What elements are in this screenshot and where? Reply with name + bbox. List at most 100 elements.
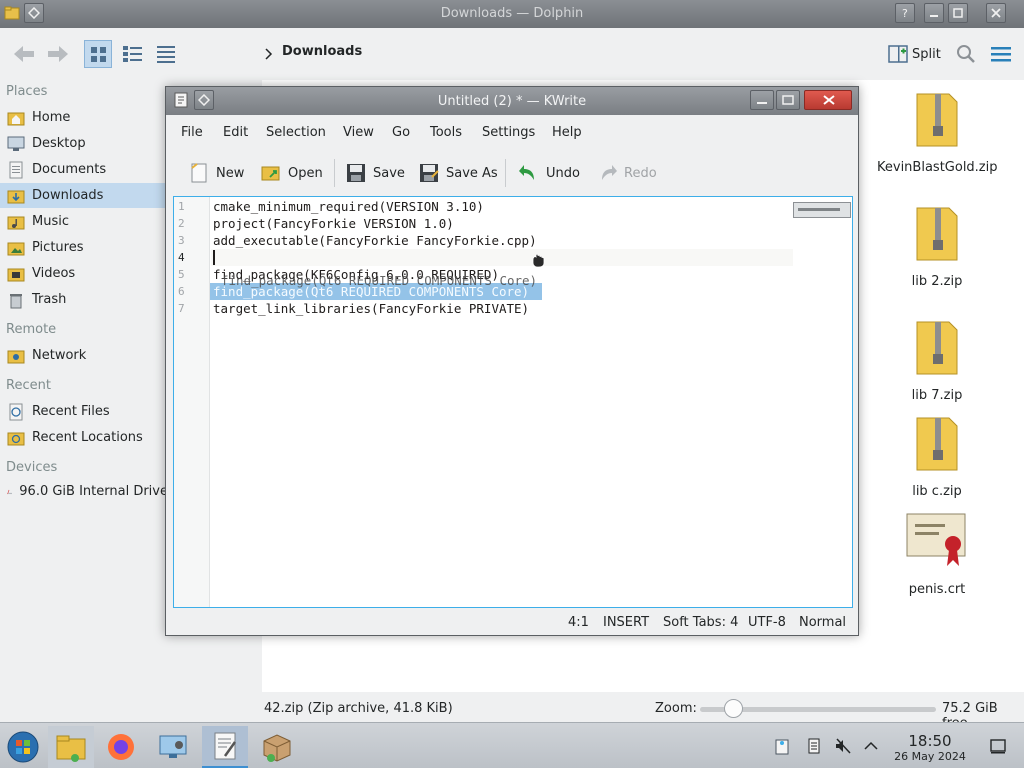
details-view-icon[interactable] bbox=[152, 40, 180, 68]
menu-go[interactable]: Go bbox=[392, 125, 410, 140]
breadcrumb-downloads[interactable]: Downloads bbox=[282, 44, 362, 59]
places-label: Desktop bbox=[32, 136, 86, 151]
places-item-pictures[interactable]: Pictures bbox=[0, 235, 168, 260]
clock[interactable]: 18:50 26 May 2024 bbox=[888, 732, 972, 763]
file-item[interactable]: penis.crt bbox=[877, 510, 997, 597]
line-number: 3 bbox=[178, 234, 185, 247]
split-button[interactable]: Split bbox=[888, 42, 941, 66]
grab-hand-cursor-icon bbox=[532, 253, 545, 268]
folder-app-icon bbox=[56, 735, 86, 762]
places-item-documents[interactable]: Documents bbox=[0, 157, 168, 182]
start-menu-button[interactable] bbox=[0, 726, 46, 768]
menu-settings[interactable]: Settings bbox=[482, 125, 535, 140]
save-button[interactable]: Save bbox=[345, 161, 405, 185]
hamburger-menu-icon[interactable] bbox=[990, 44, 1012, 64]
kwrite-close-button[interactable] bbox=[804, 90, 852, 110]
places-item-desktop[interactable]: Desktop bbox=[0, 131, 168, 156]
code-line[interactable]: cmake_minimum_required(VERSION 3.10) bbox=[213, 199, 484, 214]
certificate-icon bbox=[906, 513, 966, 566]
compact-view-icon[interactable] bbox=[118, 40, 146, 68]
places-item-videos[interactable]: Videos bbox=[0, 261, 168, 286]
syntax-mode[interactable]: Normal bbox=[799, 615, 846, 630]
editor-area[interactable]: 1 2 3 4 5 6 7 cmake_minimum_required(VER… bbox=[173, 196, 853, 608]
menu-file[interactable]: File bbox=[181, 125, 203, 140]
zip-icon bbox=[916, 321, 958, 375]
taskbar-dolphin[interactable] bbox=[48, 726, 94, 768]
taskbar-firefox[interactable] bbox=[98, 726, 144, 768]
input-mode[interactable]: INSERT bbox=[603, 615, 649, 630]
clipboard-tray-icon[interactable] bbox=[773, 737, 791, 755]
code-line[interactable]: target_link_libraries(FancyForkie PRIVAT… bbox=[213, 301, 529, 316]
code-line[interactable]: project(FancyForkie VERSION 1.0) bbox=[213, 216, 454, 231]
kwrite-minimize-button[interactable] bbox=[750, 90, 774, 110]
kwrite-maximize-button[interactable] bbox=[776, 90, 800, 110]
file-item[interactable]: KevinBlastGold.zip bbox=[877, 88, 998, 175]
places-label: Recent Files bbox=[32, 404, 110, 419]
places-label: Recent Locations bbox=[32, 430, 143, 445]
undo-button[interactable]: Undo bbox=[518, 161, 580, 185]
text-caret bbox=[213, 250, 215, 265]
file-item[interactable]: lib c.zip bbox=[877, 412, 997, 499]
notes-tray-icon[interactable] bbox=[805, 737, 823, 755]
menu-help[interactable]: Help bbox=[552, 125, 582, 140]
breadcrumb[interactable]: Downloads bbox=[262, 44, 362, 59]
dolphin-titlebar[interactable]: Downloads — Dolphin ? bbox=[0, 0, 1024, 28]
places-item-downloads[interactable]: Downloads bbox=[0, 183, 168, 208]
line-number: 7 bbox=[178, 302, 185, 315]
zoom-slider-handle[interactable] bbox=[724, 699, 743, 718]
places-item-network[interactable]: Network bbox=[0, 343, 168, 368]
back-arrow-icon[interactable] bbox=[10, 40, 38, 68]
videos-icon bbox=[7, 268, 25, 281]
new-button[interactable]: New bbox=[188, 161, 244, 185]
taskbar-system-settings[interactable] bbox=[150, 726, 196, 768]
line-number-gutter[interactable]: 1 2 3 4 5 6 7 bbox=[174, 197, 210, 607]
code-line[interactable]: add_executable(FancyForkie FancyForkie.c… bbox=[213, 233, 537, 248]
chevron-up-icon[interactable] bbox=[862, 737, 880, 755]
help-button[interactable]: ? bbox=[895, 3, 915, 23]
places-item-recent-files[interactable]: Recent Files bbox=[0, 399, 168, 424]
show-desktop-icon[interactable] bbox=[989, 737, 1007, 755]
places-item-trash[interactable]: Trash bbox=[0, 287, 168, 312]
places-item-music[interactable]: Music bbox=[0, 209, 168, 234]
menu-edit[interactable]: Edit bbox=[223, 125, 248, 140]
kwrite-menubar: File Edit Selection View Go Tools Settin… bbox=[166, 121, 858, 143]
cursor-position[interactable]: 4:1 bbox=[568, 615, 589, 630]
line-number: 5 bbox=[178, 268, 185, 281]
kwrite-window: Untitled (2) * — KWrite File Edit Select… bbox=[165, 86, 859, 636]
menu-view[interactable]: View bbox=[343, 125, 374, 140]
minimize-button[interactable] bbox=[924, 3, 944, 23]
search-icon[interactable] bbox=[956, 44, 976, 64]
places-item-home[interactable]: Home bbox=[0, 105, 168, 130]
forward-arrow-icon[interactable] bbox=[44, 40, 72, 68]
taskbar-archive-manager[interactable] bbox=[254, 726, 300, 768]
encoding[interactable]: UTF-8 bbox=[748, 615, 786, 630]
volume-muted-icon[interactable] bbox=[834, 737, 852, 755]
line-number: 2 bbox=[178, 217, 185, 230]
documents-icon bbox=[9, 161, 23, 178]
svg-text:?: ? bbox=[902, 7, 908, 19]
places-label: Videos bbox=[32, 266, 76, 281]
menu-tools[interactable]: Tools bbox=[430, 125, 462, 140]
toolbar-separator bbox=[505, 159, 506, 187]
indentation-setting[interactable]: Soft Tabs: 4 bbox=[663, 615, 738, 630]
save-as-button[interactable]: Save As bbox=[418, 161, 498, 185]
file-item[interactable]: lib 2.zip bbox=[877, 202, 997, 289]
places-panel: Places Home Desktop Documents Downloads … bbox=[0, 80, 168, 695]
open-button[interactable]: Open bbox=[260, 161, 323, 185]
file-name: KevinBlastGold.zip bbox=[877, 160, 998, 175]
menu-selection[interactable]: Selection bbox=[266, 125, 326, 140]
file-item[interactable]: lib 7.zip bbox=[877, 316, 997, 403]
maximize-button[interactable] bbox=[948, 3, 968, 23]
taskbar-kwrite[interactable] bbox=[202, 726, 248, 768]
redo-button[interactable]: Redo bbox=[596, 161, 657, 185]
icons-view-icon[interactable] bbox=[84, 40, 112, 68]
archive-box-icon bbox=[263, 734, 291, 762]
places-item-internal-drive[interactable]: 96.0 GiB Internal Drive bbox=[0, 479, 168, 504]
kwrite-titlebar[interactable]: Untitled (2) * — KWrite bbox=[166, 87, 858, 115]
places-item-recent-locations[interactable]: Recent Locations bbox=[0, 425, 168, 450]
close-button[interactable] bbox=[986, 3, 1006, 23]
minimap-viewport bbox=[798, 208, 840, 211]
places-label: Music bbox=[32, 214, 69, 229]
minimap[interactable] bbox=[793, 202, 851, 218]
devices-header: Devices bbox=[6, 460, 58, 475]
